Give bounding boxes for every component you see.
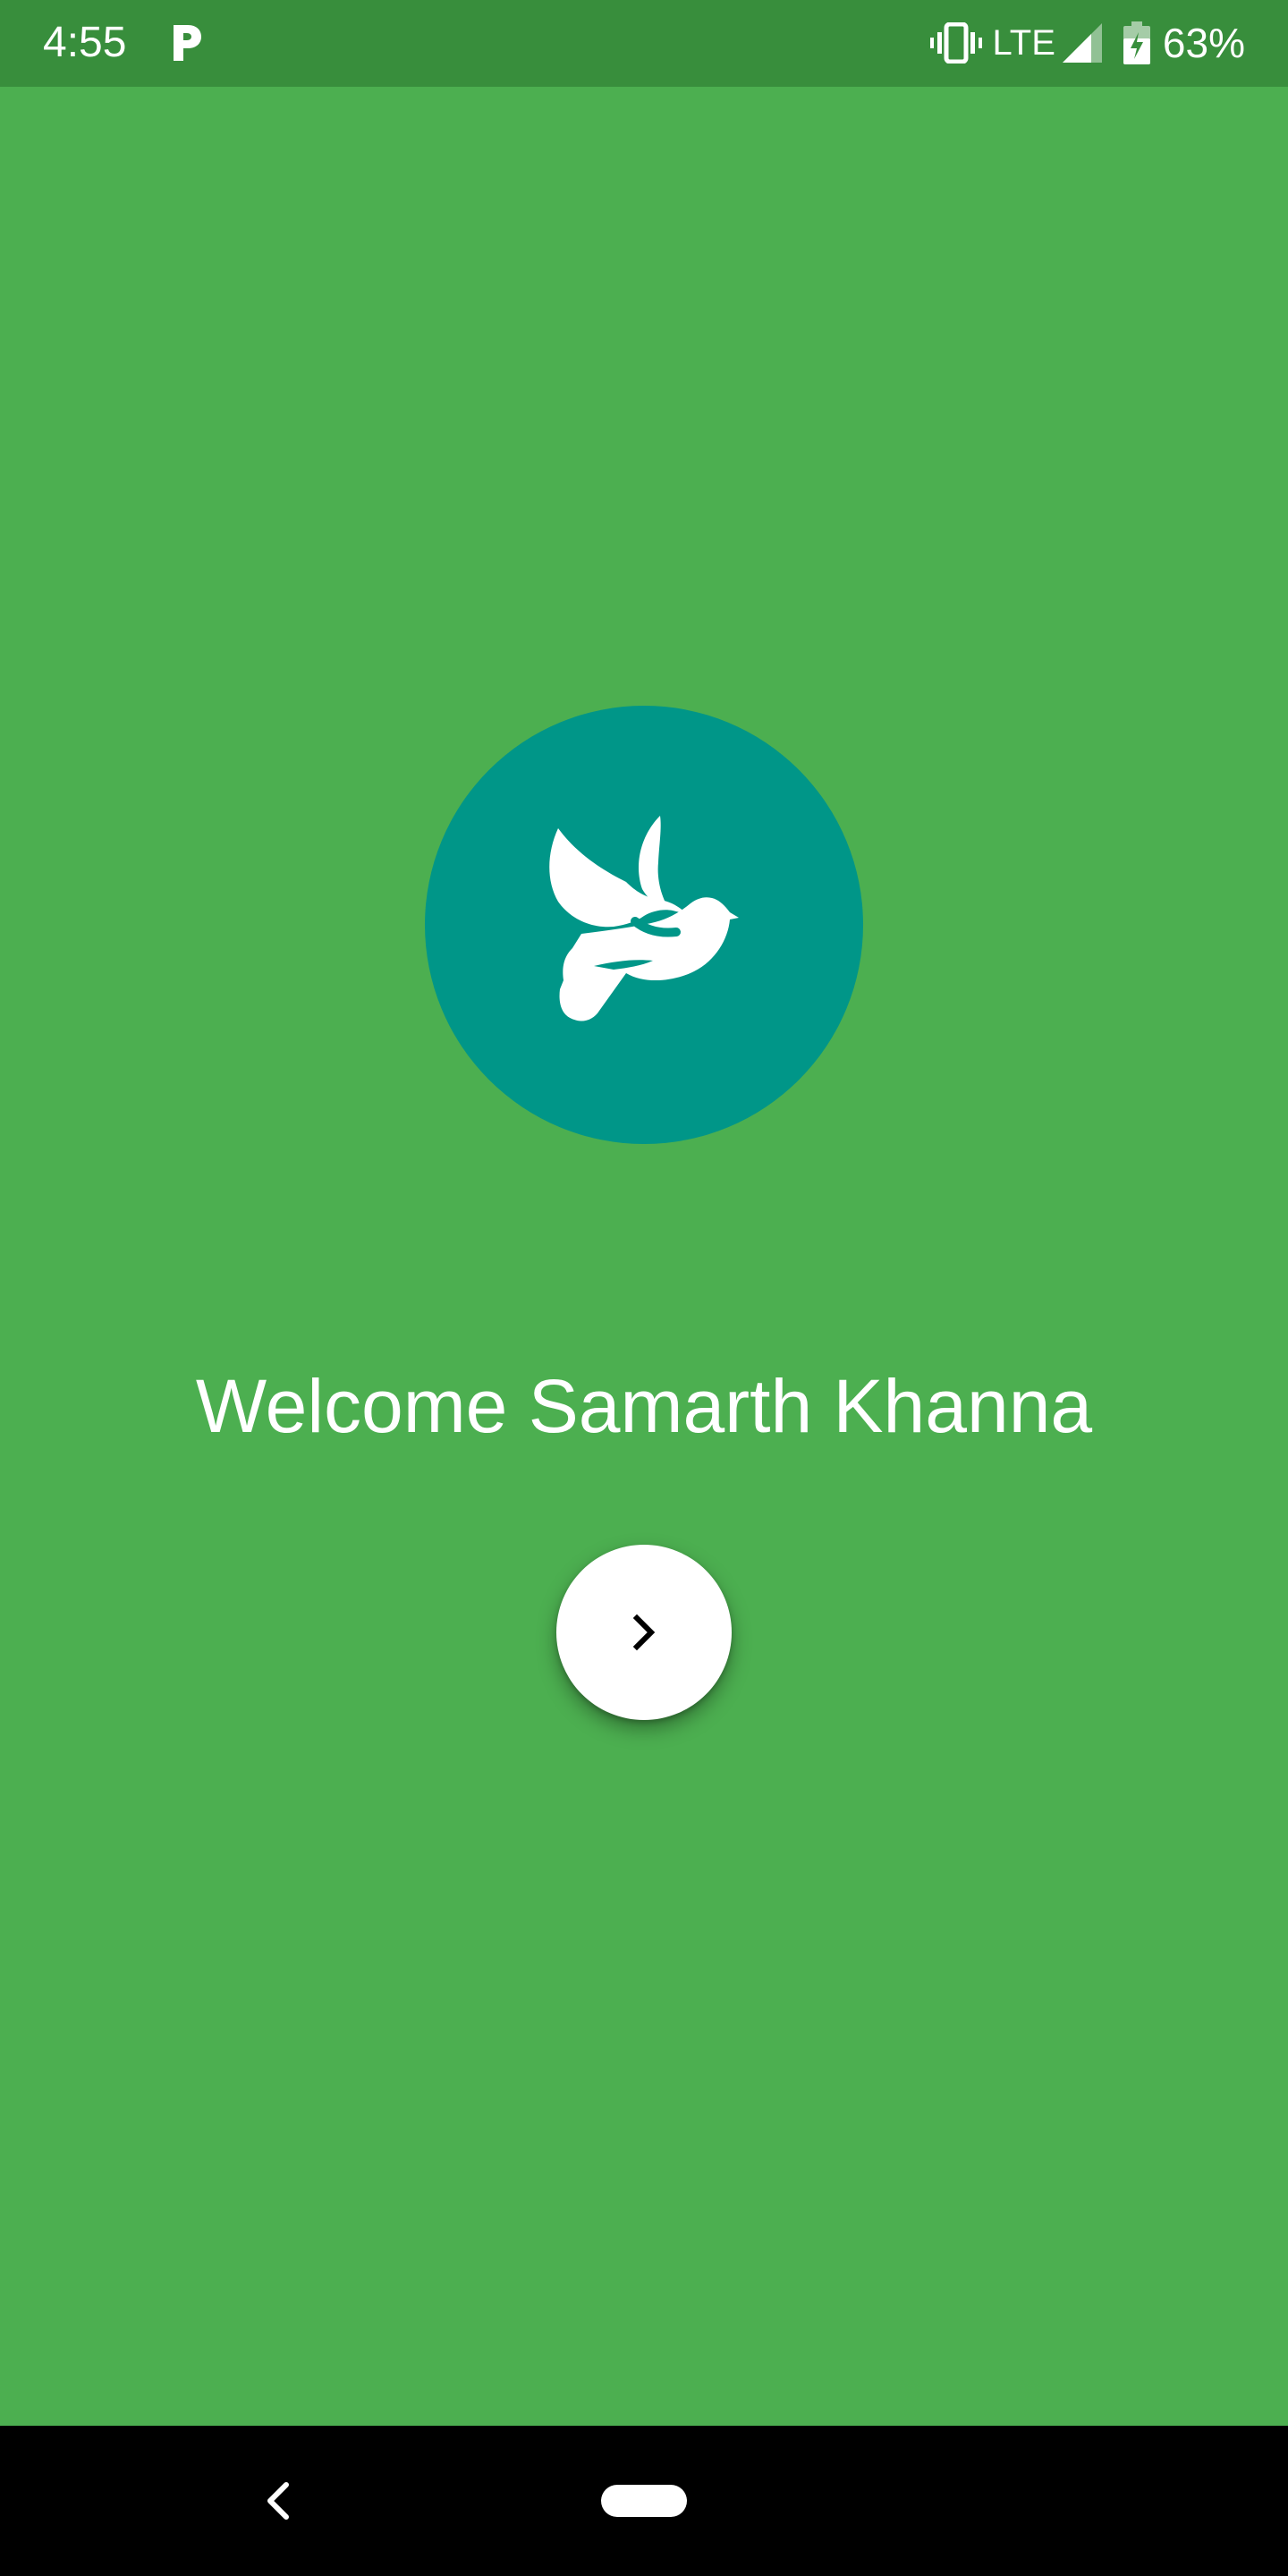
next-button[interactable] bbox=[556, 1545, 732, 1720]
welcome-screen: Welcome Samarth Khanna bbox=[0, 87, 1288, 2426]
parking-p-icon bbox=[174, 25, 201, 61]
status-time: 4:55 bbox=[43, 19, 127, 66]
status-bar: 4:55 LTE 63% bbox=[0, 0, 1288, 87]
battery-percent: 63% bbox=[1162, 20, 1245, 66]
battery-charging-icon bbox=[1123, 21, 1150, 64]
vibrate-icon bbox=[929, 22, 982, 64]
signal-icon bbox=[1062, 23, 1102, 63]
network-type: LTE bbox=[992, 23, 1055, 63]
home-pill[interactable] bbox=[601, 2485, 687, 2517]
status-icons: LTE 63% bbox=[929, 16, 1245, 70]
app-logo bbox=[425, 706, 863, 1144]
chevron-right-icon bbox=[632, 1614, 656, 1651]
back-chevron-icon[interactable] bbox=[250, 2472, 308, 2529]
navigation-bar bbox=[0, 2426, 1288, 2576]
welcome-title: Welcome Samarth Khanna bbox=[195, 1364, 1093, 1448]
dove-icon bbox=[549, 816, 739, 1021]
